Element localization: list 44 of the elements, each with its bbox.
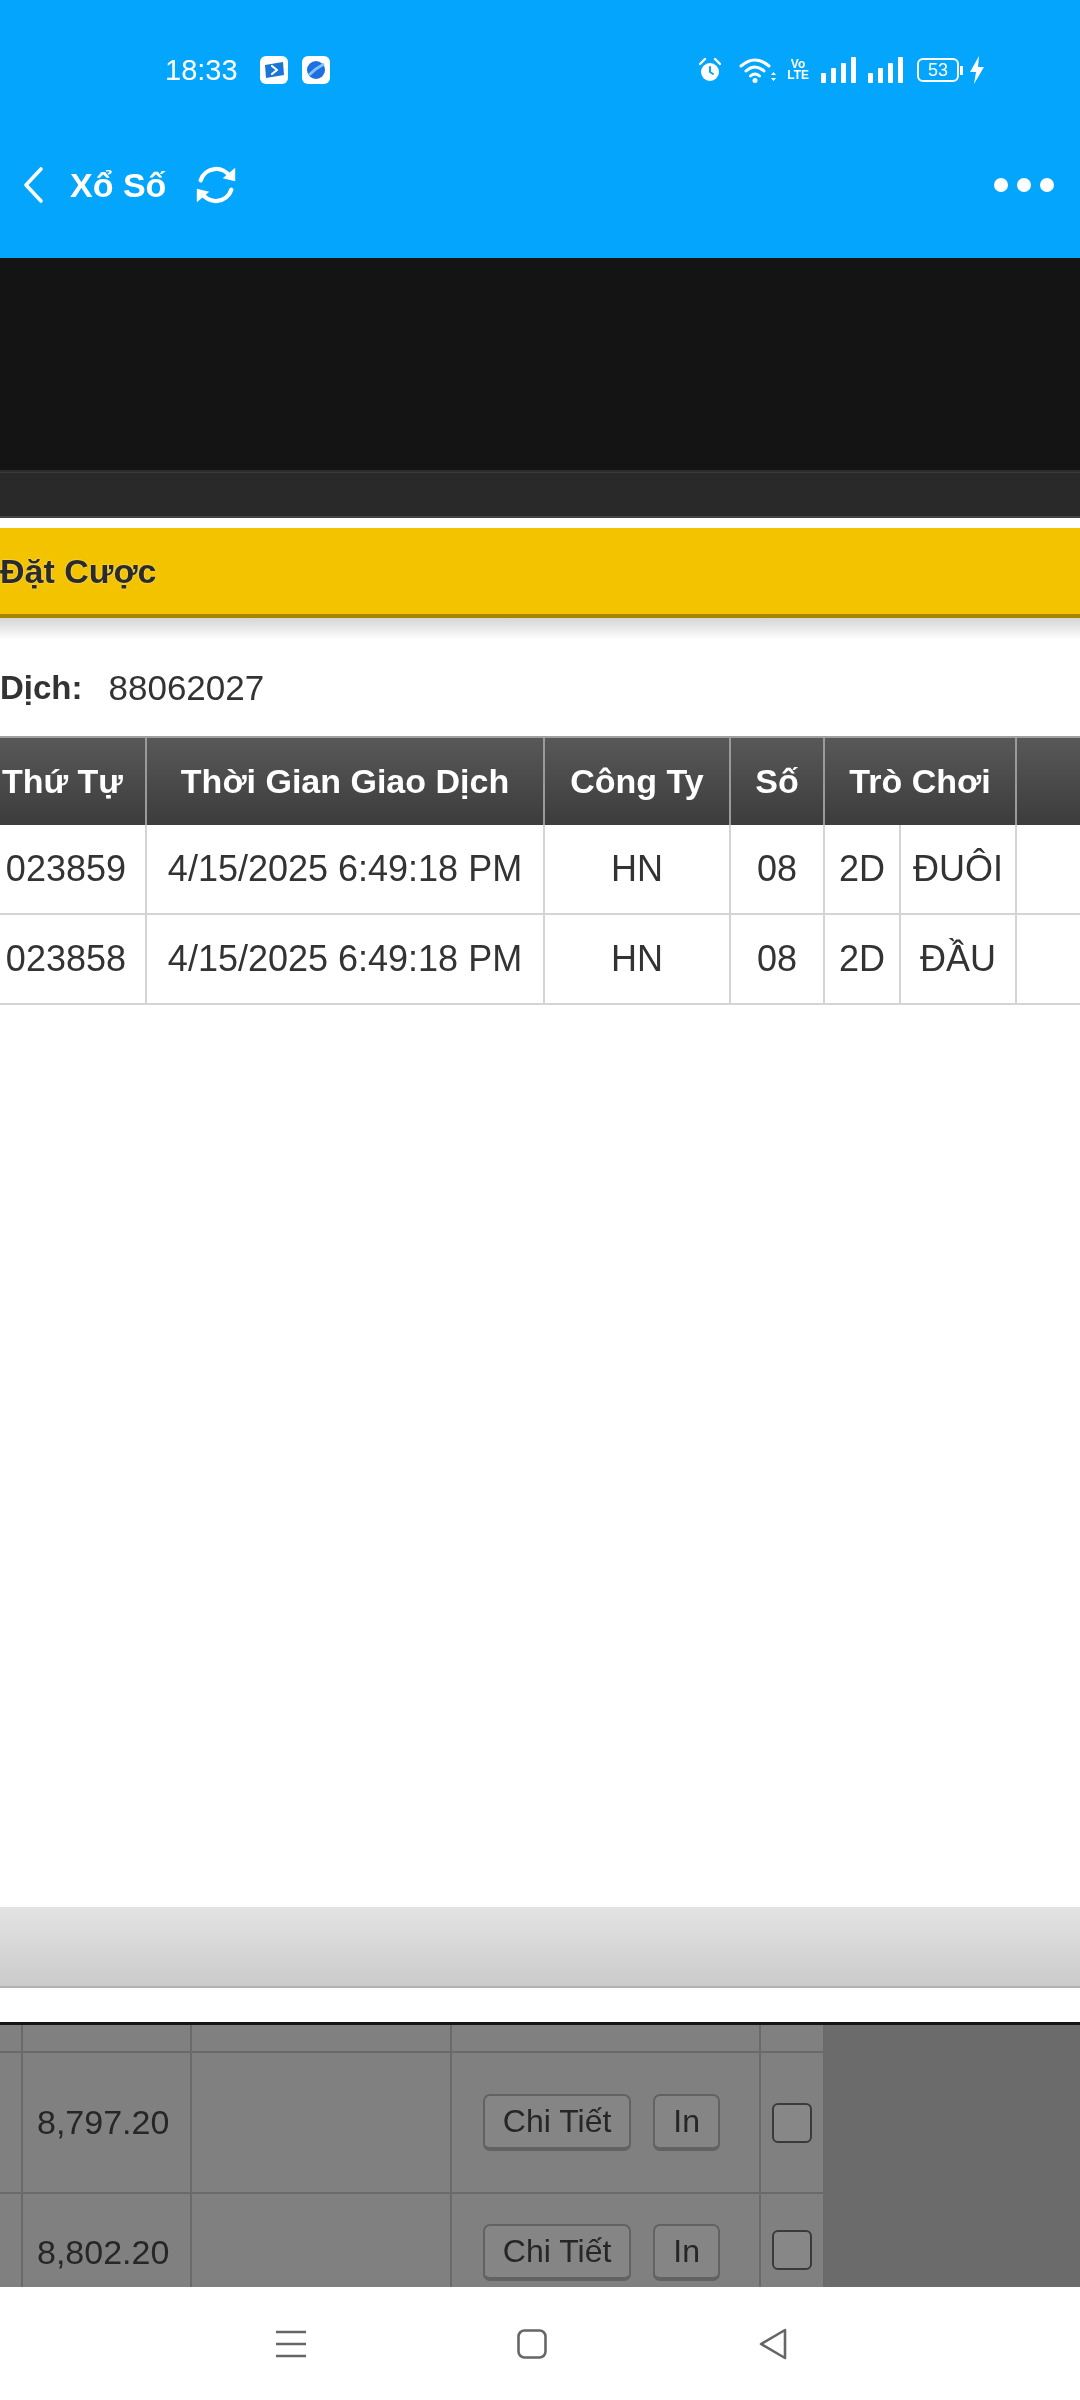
alarm-icon	[699, 58, 722, 82]
charging-bolt-icon	[969, 56, 985, 84]
table-cell: 023858	[0, 915, 147, 1005]
table-cell: 08	[731, 915, 825, 1005]
table-cell: 4/15/2025 6:49:18 PM	[147, 825, 545, 915]
back-icon[interactable]	[758, 2327, 788, 2360]
empty-cell	[0, 2025, 23, 2053]
table-cell: HN	[545, 915, 731, 1005]
details-button[interactable]: Chi Tiết	[482, 2224, 632, 2281]
menu-icon[interactable]	[276, 2329, 306, 2358]
section-title: Đặt Cược	[0, 550, 157, 592]
column-header: Trò Chơi	[825, 738, 1017, 825]
more-options-icon[interactable]	[993, 177, 1055, 193]
table-cell: ĐẦU	[901, 915, 1017, 1005]
details-button[interactable]: Chi Tiết	[482, 2094, 632, 2151]
print-button[interactable]: In	[653, 2224, 720, 2281]
table-cell: 8,797.20	[23, 2053, 192, 2194]
column-header: Thứ Tự	[0, 738, 147, 825]
app-title: Xổ Số	[70, 165, 167, 205]
column-header: Thời Gian Giao Dịch	[147, 738, 545, 825]
checkbox[interactable]	[772, 2230, 812, 2270]
network-type-label: Vo LTE	[787, 58, 809, 82]
wifi-icon	[739, 56, 778, 84]
table-cell: 4/15/2025 6:49:18 PM	[147, 915, 545, 1005]
home-icon[interactable]	[517, 2328, 547, 2359]
ticket-icon	[259, 56, 288, 84]
battery-indicator: 53	[916, 58, 959, 82]
column-header: Công Ty	[545, 738, 731, 825]
table-cell: ĐUÔI	[901, 825, 1017, 915]
table-cell: 2D	[825, 825, 901, 915]
battery-cap-icon	[960, 65, 963, 75]
back-chevron-icon[interactable]	[22, 166, 44, 204]
print-button[interactable]: In	[653, 2094, 720, 2151]
status-time: 18:33	[165, 53, 238, 87]
signal-icon	[820, 57, 857, 83]
table-cell: 08	[731, 825, 825, 915]
signal-icon	[867, 57, 904, 83]
transaction-number: 88062027	[108, 667, 265, 710]
checkbox[interactable]	[772, 2102, 812, 2143]
column-header: Số	[731, 738, 825, 825]
table-cell: HN	[545, 825, 731, 915]
table-cell: 023859	[0, 825, 147, 915]
transaction-label: Dịch:	[0, 667, 83, 708]
table-cell: 2D	[825, 915, 901, 1005]
